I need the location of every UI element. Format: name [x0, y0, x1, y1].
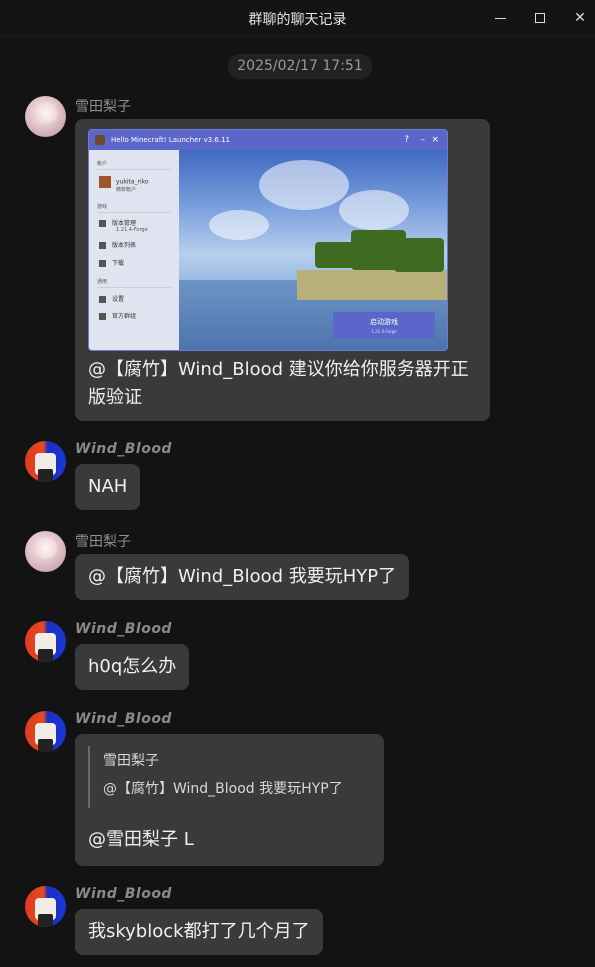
- launch-game-button[interactable]: 启动游戏 1.21.4-Forge: [333, 312, 435, 338]
- avatar[interactable]: [25, 531, 66, 572]
- quote-text: @【腐竹】Wind_Blood 我要玩HYP了: [103, 781, 343, 797]
- sidebar-item-version-list[interactable]: 版本列表: [99, 240, 136, 249]
- scene-land: [297, 270, 447, 300]
- sidebar-version-sub: 1.21.4-Forge: [116, 227, 148, 233]
- launcher-title: Hello Minecraft! Launcher v3.6.11: [111, 136, 230, 144]
- sidebar-item-settings[interactable]: 设置: [99, 294, 124, 303]
- message-bubble[interactable]: @【腐竹】Wind_Blood 我要玩HYP了: [75, 554, 410, 600]
- screenshot-image[interactable]: Hello Minecraft! Launcher v3.6.11 ? – × …: [88, 129, 448, 351]
- message-text: @雪田梨子 L: [88, 829, 194, 850]
- launcher-sidebar: 帐户 yukita_riko 微软帐户 游戏 版本管理 1.21.4-Forge…: [89, 150, 179, 350]
- scene-cloud: [259, 160, 349, 210]
- minimize-button[interactable]: [490, 8, 510, 28]
- divider: [97, 169, 171, 170]
- timestamp-badge: 2025/02/17 17:51: [228, 54, 372, 79]
- message-bubble[interactable]: h0q怎么办: [75, 644, 190, 690]
- avatar[interactable]: [25, 711, 66, 752]
- divider: [97, 287, 171, 288]
- sender-name: 雪田梨子: [75, 534, 131, 550]
- download-icon: [99, 260, 106, 267]
- message-bubble[interactable]: NAH: [75, 464, 141, 510]
- sidebar-section-account: 帐户: [97, 161, 108, 167]
- launcher-logo-icon: [95, 135, 105, 145]
- scene-tree: [315, 242, 355, 268]
- avatar[interactable]: [25, 441, 66, 482]
- avatar[interactable]: [25, 621, 66, 662]
- message-text: @【腐竹】Wind_Blood 我要玩HYP了: [88, 566, 397, 587]
- scene-cloud: [339, 190, 409, 230]
- title-bar: 群聊的聊天记录 ✕: [0, 0, 595, 36]
- sender-name: Wind_Blood: [75, 621, 172, 637]
- help-icon: ?: [404, 135, 409, 145]
- divider: [97, 212, 171, 213]
- launcher-titlebar: Hello Minecraft! Launcher v3.6.11 ? – ×: [89, 130, 447, 150]
- chat-icon: [99, 313, 106, 320]
- avatar[interactable]: [25, 886, 66, 927]
- scene-cloud: [209, 210, 269, 240]
- close-icon: ×: [431, 135, 439, 145]
- message-text: 我skyblock都打了几个月了: [88, 921, 310, 942]
- sender-name: Wind_Blood: [75, 886, 172, 902]
- maximize-icon: [535, 13, 545, 23]
- sidebar-account-sub: 微软帐户: [116, 187, 137, 193]
- sidebar-item-download[interactable]: 下载: [99, 258, 124, 267]
- grass-block-icon: [99, 220, 106, 227]
- sidebar-section-game: 游戏: [97, 204, 108, 210]
- reply-quote[interactable]: 雪田梨子 @【腐竹】Wind_Blood 我要玩HYP了: [88, 746, 343, 808]
- message-bubble[interactable]: Hello Minecraft! Launcher v3.6.11 ? – × …: [75, 119, 490, 421]
- message-bubble[interactable]: 我skyblock都打了几个月了: [75, 909, 323, 955]
- message-text: h0q怎么办: [88, 656, 177, 677]
- minimize-icon: –: [420, 135, 426, 145]
- quote-sender: 雪田梨子: [103, 753, 159, 769]
- sidebar-item-community[interactable]: 官方群组: [99, 311, 136, 320]
- maximize-button[interactable]: [530, 8, 550, 28]
- sidebar-item-version-manage[interactable]: 版本管理: [99, 218, 136, 227]
- sender-name: Wind_Blood: [75, 441, 172, 457]
- message-bubble[interactable]: 雪田梨子 @【腐竹】Wind_Blood 我要玩HYP了 @雪田梨子 L: [75, 734, 384, 866]
- message-text: NAH: [88, 476, 128, 497]
- scene-tree: [394, 238, 444, 272]
- sender-name: 雪田梨子: [75, 99, 131, 115]
- sidebar-section-general: 通用: [97, 279, 108, 285]
- message-text: @【腐竹】Wind_Blood 建议你给你服务器开正版验证: [88, 359, 469, 408]
- avatar[interactable]: [25, 96, 66, 137]
- gear-icon: [99, 296, 106, 303]
- close-button[interactable]: ✕: [570, 8, 590, 28]
- minimize-icon: [494, 17, 506, 19]
- sender-name: Wind_Blood: [75, 711, 172, 727]
- list-icon: [99, 242, 106, 249]
- close-icon: ✕: [574, 10, 586, 26]
- avatar-icon: [99, 176, 111, 188]
